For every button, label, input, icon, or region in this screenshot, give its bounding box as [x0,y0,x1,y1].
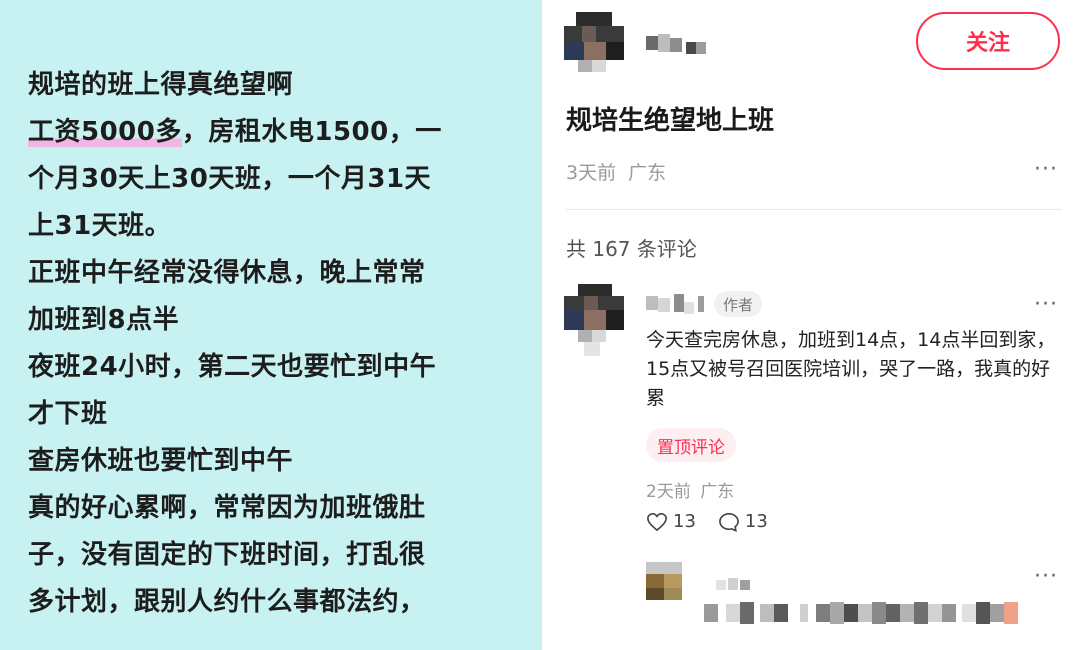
author-avatar[interactable] [564,12,624,72]
post-more-icon[interactable]: ··· [1034,157,1058,182]
author-name-pixelated[interactable] [646,34,706,56]
post-body-line: 夜班24小时，第二天也要忙到中午 [28,352,437,382]
reply-avatar[interactable] [646,562,682,600]
comment-actions: 13 13 [646,511,790,532]
like-count: 13 [673,511,696,532]
author-badge: 作者 [714,291,763,317]
highlighted-text: 工资5000多 [28,117,182,147]
post-body-line: 规培的班上得真绝望啊 [28,70,294,100]
post-body-line: 查房休班也要忙到中午 [28,446,294,476]
post-body-line: 上31天班。 [28,211,172,241]
post-body-line: 真的好心累啊，常常因为加班饿肚 [28,493,426,523]
comment-text: 今天查完房休息，加班到14点，14点半回到家，15点又被号召回医院培训，哭了一路… [646,329,1056,409]
comment-bubble-icon [718,512,739,532]
comment-location: 广东 [700,482,735,502]
post-body-line: 工资5000多，房租水电1500，一 [28,117,442,147]
reply-text-pixelated [704,602,1022,626]
post-body-screenshot: 规培的班上得真绝望啊 工资5000多，房租水电1500，一 个月30天上30天班… [0,0,542,650]
heart-icon [647,512,667,531]
follow-button[interactable]: 关注 [916,12,1060,70]
pinned-comment-tag: 置顶评论 [646,428,736,462]
post-body-line: 才下班 [28,399,108,429]
post-body-line: 多计划，跟别人约什么事都法约， [28,587,426,617]
commenter-name-pixelated[interactable] [646,294,706,316]
post-body-line: 个月30天上30天班，一个月31天 [28,164,432,194]
post-body-line: 子，没有固定的下班时间，打乱很 [28,540,426,570]
comment-more-icon[interactable]: ··· [1034,292,1058,317]
reply-count: 13 [744,511,768,532]
comment-avatar[interactable] [564,284,624,356]
post-title: 规培生绝望地上班 [566,106,775,136]
reply-name-pixelated[interactable] [716,578,756,592]
post-meta: 3天前 广东 [566,158,666,185]
divider [566,209,1062,210]
post-body-line: 加班到8点半 [28,305,180,335]
reply-more-icon[interactable]: ··· [1034,564,1058,589]
post-time: 3天前 [566,162,617,184]
post-body-line: 正班中午经常没得休息，晚上常常 [28,258,426,288]
post-location: 广东 [628,162,667,184]
comment-count: 共 167 条评论 [566,237,697,261]
post-detail-panel: 关注 规培生绝望地上班 3天前 广东 ··· 共 167 条评论 作者 ··· … [542,0,1080,650]
comment-time: 2天前 [646,482,691,502]
comment-meta: 2天前 广东 [646,477,734,502]
like-button[interactable]: 13 [646,511,696,532]
reply-button[interactable]: 13 [718,511,768,532]
